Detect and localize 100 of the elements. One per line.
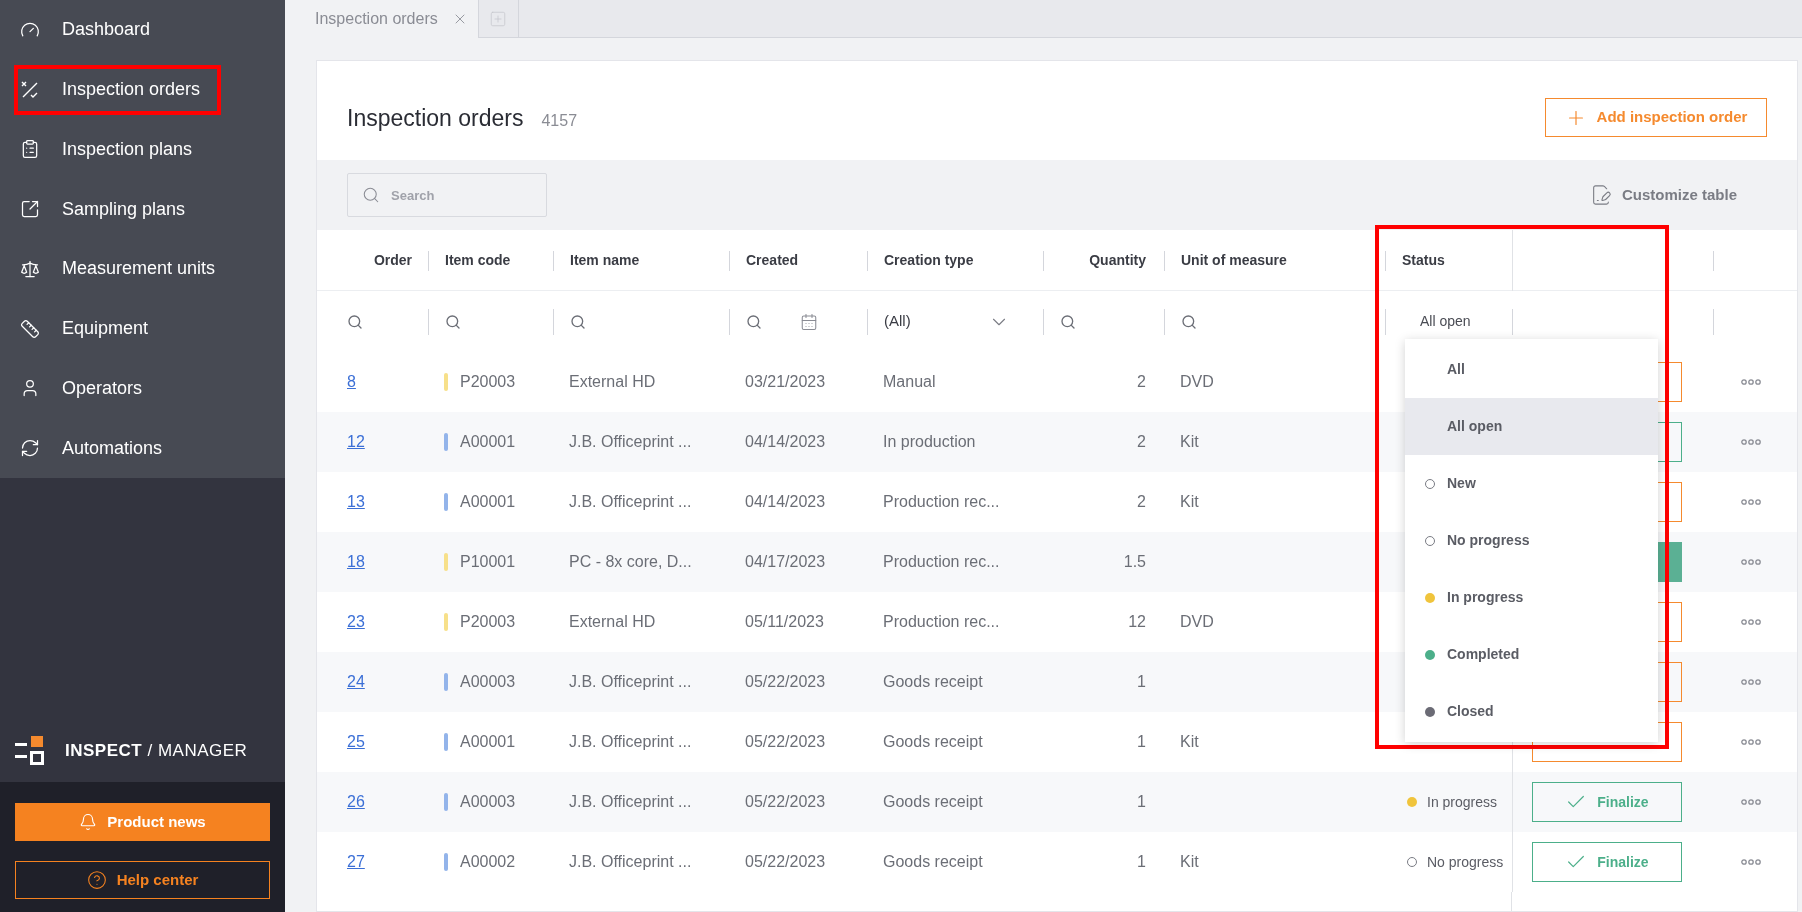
column-header[interactable]: Item name — [570, 250, 640, 271]
sidebar-item[interactable]: Automations — [14, 423, 179, 474]
dropdown-option[interactable]: Completed — [1405, 626, 1658, 683]
item-name: J.B. Officeprint ... — [569, 853, 692, 870]
creation-type: Production rec... — [883, 493, 1000, 510]
quantity: 2 — [1137, 432, 1146, 452]
created-date: 05/22/2023 — [745, 673, 826, 690]
dropdown-option[interactable]: All open — [1405, 398, 1658, 455]
dropdown-option[interactable]: All — [1405, 341, 1658, 398]
dropdown-option[interactable]: Closed — [1405, 683, 1658, 740]
sidebar-item[interactable]: Sampling plans — [14, 184, 202, 235]
more-icon[interactable] — [1741, 559, 1761, 565]
created-date: 05/22/2023 — [745, 733, 826, 750]
creation-type: Manual — [883, 373, 936, 390]
item-code: A00003 — [460, 672, 516, 692]
order-link[interactable]: 12 — [347, 433, 365, 450]
more-icon[interactable] — [1741, 859, 1761, 865]
quantity: 1 — [1137, 672, 1146, 692]
help-center-button[interactable]: Help center — [15, 861, 270, 899]
sidebar-item[interactable]: Dashboard — [14, 4, 167, 55]
created-date: 04/14/2023 — [745, 433, 826, 450]
more-icon[interactable] — [1741, 799, 1761, 805]
order-link[interactable]: 18 — [347, 553, 365, 570]
created-date: 04/14/2023 — [745, 493, 826, 510]
item-code: P20003 — [460, 372, 516, 392]
search-icon[interactable] — [445, 313, 461, 330]
item-name: J.B. Officeprint ... — [569, 433, 692, 450]
item-name: External HD — [569, 613, 656, 630]
column-header[interactable]: Status — [1402, 250, 1445, 271]
column-header[interactable]: Item code — [445, 250, 511, 271]
more-icon[interactable] — [1741, 499, 1761, 505]
dropdown-option[interactable]: In progress — [1405, 569, 1658, 626]
status-filter[interactable]: All open — [1402, 311, 1471, 332]
calendar-icon[interactable] — [800, 312, 818, 331]
quantity: 12 — [1128, 612, 1146, 632]
quantity: 1 — [1137, 852, 1146, 872]
unit-of-measure: Kit — [1180, 733, 1199, 750]
dropdown-option[interactable]: No progress — [1405, 512, 1658, 569]
column-header[interactable]: Order — [373, 250, 412, 271]
search-icon — [362, 186, 380, 204]
item-code: A00001 — [460, 492, 516, 512]
creation-type: In production — [883, 433, 976, 450]
order-link[interactable]: 23 — [347, 613, 365, 630]
creation-type: Goods receipt — [883, 853, 983, 870]
search-icon[interactable] — [570, 313, 586, 330]
search-field[interactable]: Search — [347, 173, 547, 217]
quantity: 2 — [1137, 372, 1146, 392]
quantity: 1.5 — [1123, 552, 1146, 572]
clipboard-icon — [20, 139, 40, 160]
more-icon[interactable] — [1741, 379, 1761, 385]
search-icon[interactable] — [347, 313, 363, 330]
order-link[interactable]: 13 — [347, 493, 365, 510]
order-link[interactable]: 8 — [347, 373, 356, 390]
more-icon[interactable] — [1741, 619, 1761, 625]
status-label: In progress — [1427, 792, 1498, 812]
more-icon[interactable] — [1741, 439, 1761, 445]
dropdown-option[interactable]: New — [1405, 455, 1658, 512]
sidebar-item[interactable]: Operators — [14, 363, 159, 414]
search-icon[interactable] — [1181, 313, 1197, 330]
created-date: 05/22/2023 — [745, 853, 826, 870]
unit-of-measure: DVD — [1180, 613, 1214, 630]
item-code: A00001 — [460, 732, 516, 752]
unit-of-measure: DVD — [1180, 373, 1214, 390]
item-name: J.B. Officeprint ... — [569, 793, 692, 810]
item-name: External HD — [569, 373, 656, 390]
more-icon[interactable] — [1741, 739, 1761, 745]
sidebar-item[interactable]: Inspection plans — [14, 124, 209, 175]
square-arrow-icon — [20, 199, 40, 220]
page-title: Inspection orders — [347, 104, 524, 134]
creation-type: Goods receipt — [883, 793, 983, 810]
search-icon[interactable] — [746, 313, 762, 330]
quantity: 2 — [1137, 492, 1146, 512]
order-link[interactable]: 26 — [347, 793, 365, 810]
created-date: 04/17/2023 — [745, 553, 826, 570]
column-header[interactable]: Unit of measure — [1181, 250, 1287, 271]
order-count: 4157 — [541, 111, 578, 132]
search-icon[interactable] — [1060, 313, 1076, 330]
creation-type: Production rec... — [883, 613, 1000, 630]
sidebar-item[interactable]: Inspection orders — [14, 64, 221, 115]
cross-check-icon — [20, 79, 40, 100]
order-link[interactable]: 25 — [347, 733, 365, 750]
customize-table-button[interactable]: Customize table — [1589, 183, 1737, 207]
sidebar-item[interactable]: Measurement units — [14, 243, 232, 294]
quantity: 1 — [1137, 732, 1146, 752]
more-icon[interactable] — [1741, 679, 1761, 685]
creation-type-select[interactable]: (All) — [884, 310, 1010, 333]
created-date: 05/11/2023 — [745, 613, 824, 630]
order-link[interactable]: 24 — [347, 673, 365, 690]
sidebar-item[interactable]: Equipment — [14, 303, 165, 354]
creation-type: Production rec... — [883, 553, 1000, 570]
order-link[interactable]: 27 — [347, 853, 365, 870]
column-header[interactable]: Quantity — [1089, 250, 1146, 271]
column-header[interactable]: Created — [746, 250, 799, 271]
item-code: P20003 — [460, 612, 516, 632]
unit-of-measure: Kit — [1180, 493, 1199, 510]
scale-icon — [20, 258, 40, 279]
unit-of-measure: Kit — [1180, 853, 1199, 870]
ruler-icon — [20, 318, 40, 339]
column-header[interactable]: Creation type — [884, 250, 974, 271]
item-name: J.B. Officeprint ... — [569, 673, 692, 690]
